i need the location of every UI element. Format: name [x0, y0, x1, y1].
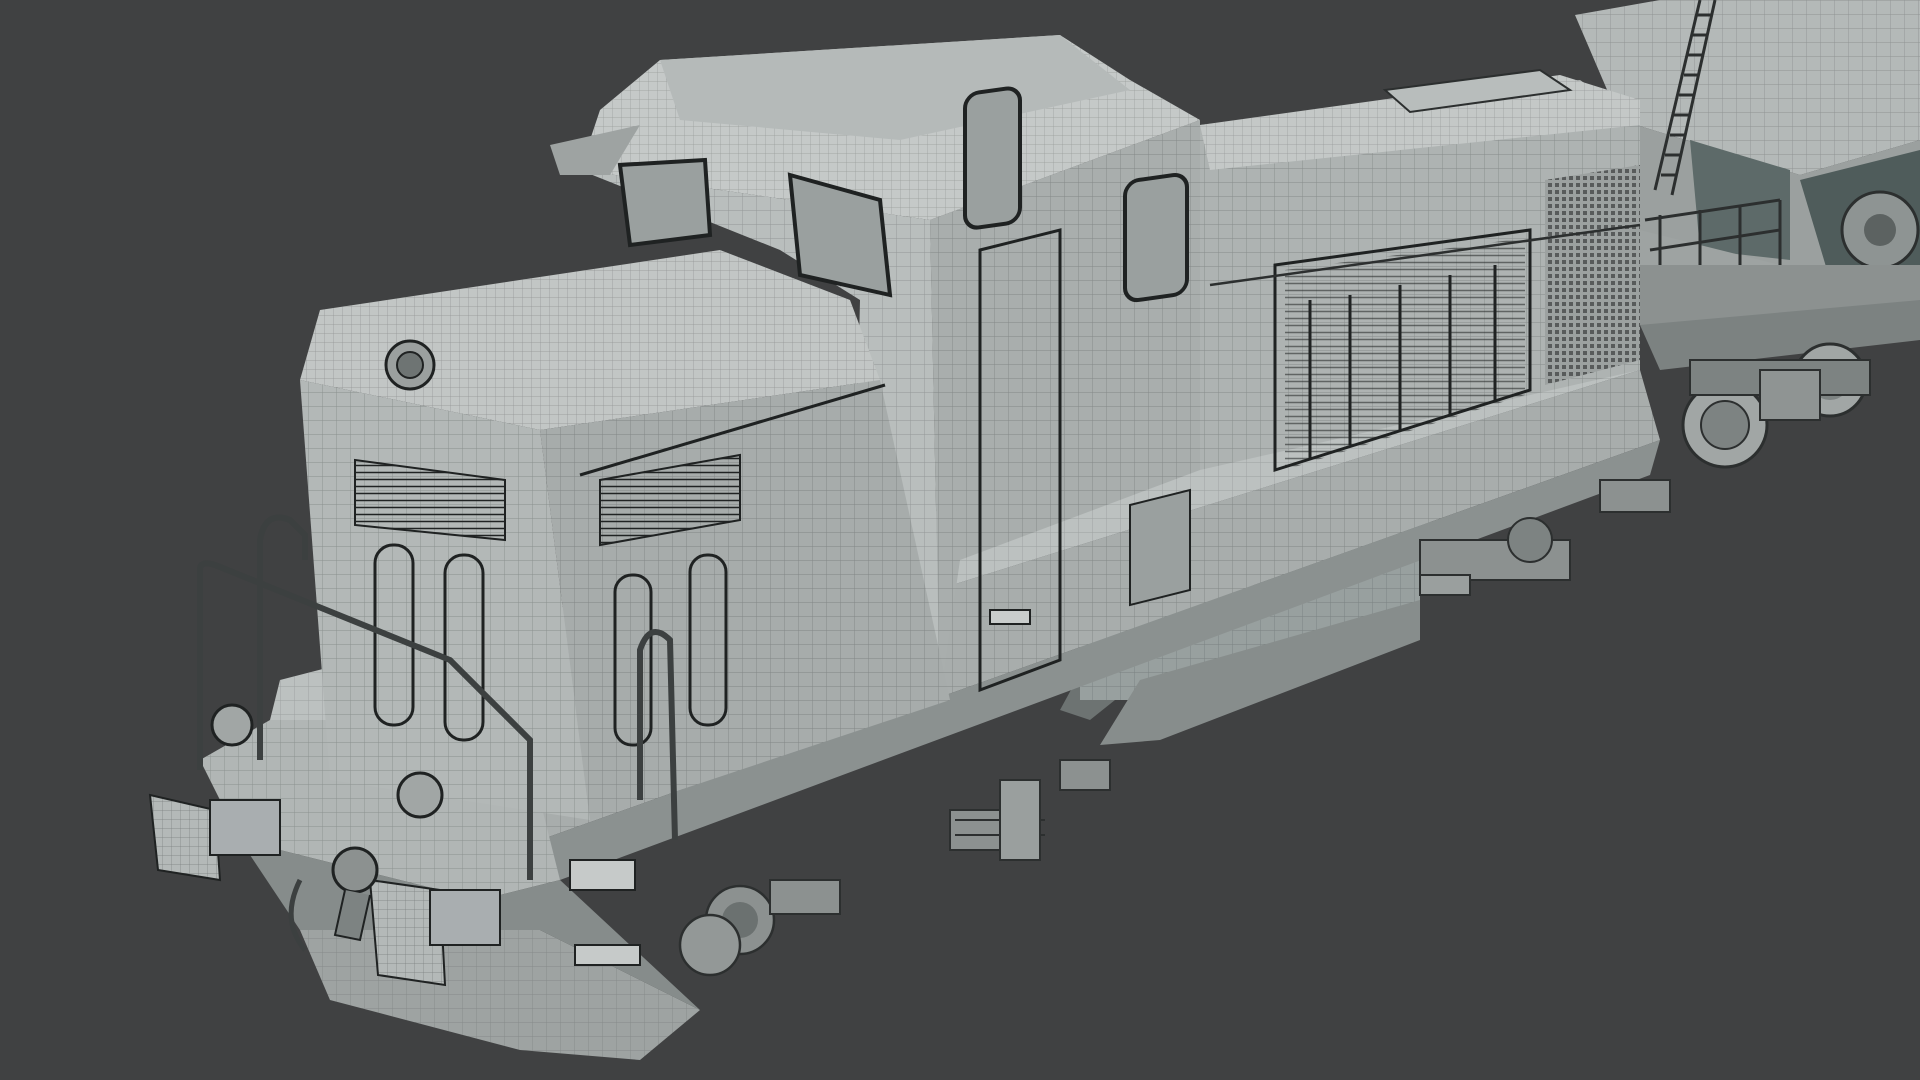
3d-viewport[interactable]	[0, 0, 1920, 1080]
render-canvas	[148, 0, 1920, 1060]
top-headlight	[384, 339, 436, 391]
wagon-bogie	[1681, 342, 1871, 469]
locomotive[interactable]	[148, 35, 1671, 1060]
